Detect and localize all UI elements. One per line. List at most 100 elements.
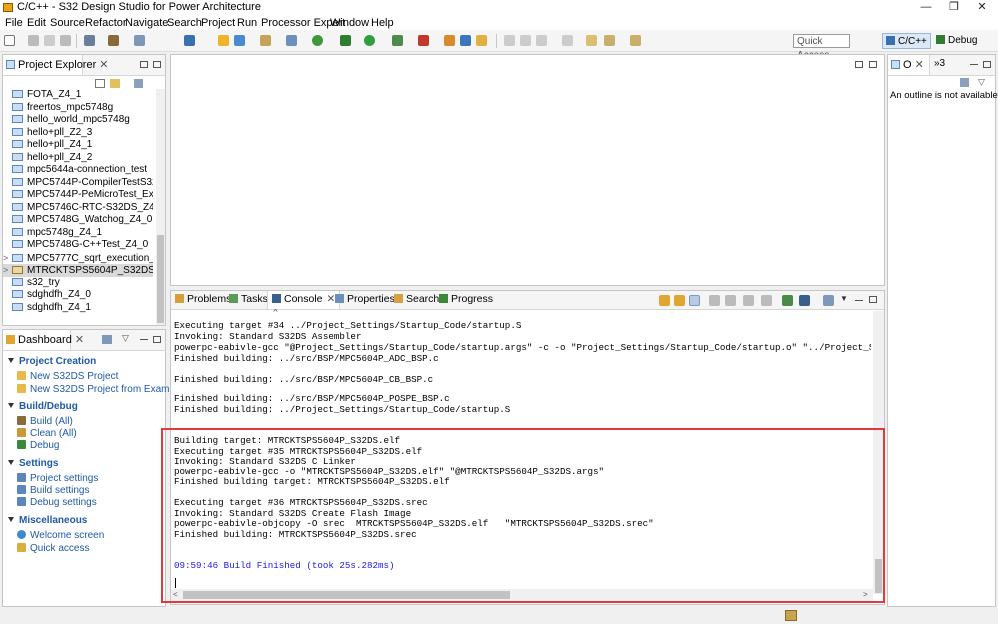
link-editor-icon[interactable] [110,79,120,88]
section-settings[interactable]: Settings [6,458,58,469]
tree-item-selected[interactable]: >MTRCKTSPS5604P_S32DS: Debug [3,264,153,277]
forward-icon[interactable] [630,35,641,46]
clear-console-icon[interactable] [761,295,772,306]
scroll-lock-icon[interactable] [689,295,700,306]
next-annotation-icon[interactable] [536,35,547,46]
tree-item[interactable]: MPC5744P-PeMicroTest_Example [3,189,153,202]
profile-icon[interactable] [418,35,429,46]
tab-console[interactable]: Console ✕ [267,291,341,309]
tree-item[interactable]: MPC5746C-RTC-S32DS_Z4 [3,202,153,215]
tree-item[interactable]: MPC5748G_Watchog_Z4_0 [3,214,153,227]
debug-icon[interactable] [340,35,351,46]
tree-item[interactable]: MPC5748G-C++Test_Z4_0 [3,239,153,252]
quick-access-input[interactable]: Quick Access [793,34,850,61]
link-build-settings[interactable]: Build settings [17,485,89,496]
tree-item[interactable]: freertos_mpc5748g [3,102,153,115]
tree-item[interactable]: hello_world_mpc5748g [3,114,153,127]
perspective-debug[interactable]: Debug [933,33,980,49]
minimize-view-icon[interactable] [855,300,863,301]
menu-source[interactable]: Source [50,16,85,30]
flash-icon[interactable] [218,35,229,46]
tab-project-explorer[interactable]: Project Explorer ✕ [3,55,108,75]
open-console-icon[interactable] [823,295,834,306]
maximize-view-icon[interactable] [153,336,161,343]
tree-item[interactable]: hello+pll_Z2_3 [3,127,153,140]
perspective-cpp[interactable]: C/C++ [882,33,931,49]
back-icon[interactable] [604,35,615,46]
editor-area[interactable] [170,54,885,286]
word-wrap-icon[interactable] [743,295,754,306]
outline-menu-icon[interactable] [960,78,969,87]
section-build-debug[interactable]: Build/Debug [6,401,78,412]
maximize-editor-icon[interactable] [869,61,877,68]
explorer-scroll-thumb[interactable] [157,235,164,323]
new-icon[interactable] [4,35,15,46]
dropdown-chevron-icon[interactable]: ▼ [840,294,848,303]
build-hammer-icon[interactable] [108,35,119,46]
minimize-view-icon[interactable] [140,61,148,68]
tab-properties[interactable]: Properties [335,291,395,308]
status-icon[interactable] [785,610,797,621]
tab-problems[interactable]: Problems [175,291,231,308]
view-menu-icon[interactable] [134,79,143,88]
tree-item[interactable]: sdghdfh_Z4_0 [3,289,153,302]
minimize-view-icon[interactable] [970,64,978,65]
run-icon[interactable] [364,35,375,46]
maximize-view-icon[interactable] [869,296,877,303]
pin-console-icon[interactable] [782,295,793,306]
more-views-indicator[interactable]: »3 [934,58,945,69]
new-folder-icon[interactable] [260,35,271,46]
tree-item[interactable]: mpc5644a-connection_test [3,164,153,177]
scroll-down-icon[interactable] [659,295,670,306]
print-icon[interactable] [60,35,71,46]
minimize-button[interactable]: — [912,0,940,16]
maximize-view-icon[interactable] [983,61,991,68]
menu-refactor[interactable]: Refactor [85,16,127,30]
menu-edit[interactable]: Edit [27,16,46,30]
collapse-all-icon[interactable] [95,79,105,88]
show-stderr-icon[interactable] [725,295,736,306]
view-menu-chevron-icon[interactable]: ▽ [978,77,985,88]
maximize-view-icon[interactable] [153,61,161,68]
link-clean-all[interactable]: Clean (All) [17,428,77,439]
debug-config-icon[interactable] [134,35,145,46]
menu-search[interactable]: Search [167,16,202,30]
tree-item[interactable]: mpc5748g_Z4_1 [3,227,153,240]
section-project-creation[interactable]: Project Creation [6,356,96,367]
link-quick-access[interactable]: Quick access [17,543,89,554]
tab-tasks[interactable]: Tasks [229,291,268,308]
link-welcome-screen[interactable]: Welcome screen [17,530,104,541]
explorer-scrollbar[interactable] [156,89,165,325]
view-menu-chevron-icon[interactable]: ▽ [122,333,129,344]
prev-annotation-icon[interactable] [562,35,573,46]
link-build-all[interactable]: Build (All) [17,416,73,427]
tree-item[interactable]: MPC5744P-CompilerTestS32DS12 [3,177,153,190]
new-file-icon[interactable] [286,35,297,46]
scroll-up-icon[interactable] [674,295,685,306]
tree-item[interactable]: >MPC5777C_sqrt_execution_time_ [3,252,153,265]
toggle-mark-icon[interactable] [504,35,515,46]
link-debug-settings[interactable]: Debug settings [17,497,97,508]
brush-icon[interactable] [476,35,487,46]
tree-item[interactable]: hello+pll_Z4_1 [3,139,153,152]
new-class-icon[interactable] [234,35,245,46]
refresh-icon[interactable] [312,35,323,46]
open-task-icon[interactable] [444,35,455,46]
link-debug[interactable]: Debug [17,440,59,451]
tree-item[interactable]: s32_try [3,277,153,290]
restore-button[interactable]: ❐ [940,0,968,16]
tab-dashboard[interactable]: Dashboard ✕ [3,330,84,350]
toggle-block-icon[interactable] [520,35,531,46]
tab-search[interactable]: Search [394,291,439,308]
menu-navigate[interactable]: Navigate [125,16,168,30]
minimize-editor-icon[interactable] [855,61,863,68]
close-button[interactable]: ✕ [968,0,996,16]
menu-run[interactable]: Run [237,16,257,30]
link-new-project-from-example[interactable]: New S32DS Project from Example [17,384,183,395]
show-stdout-icon[interactable] [709,295,720,306]
pointer-icon[interactable] [184,35,195,46]
link-new-s32ds-project[interactable]: New S32DS Project [17,371,118,382]
save-icon[interactable] [28,35,39,46]
menu-file[interactable]: File [5,16,23,30]
link-project-settings[interactable]: Project settings [17,473,98,484]
